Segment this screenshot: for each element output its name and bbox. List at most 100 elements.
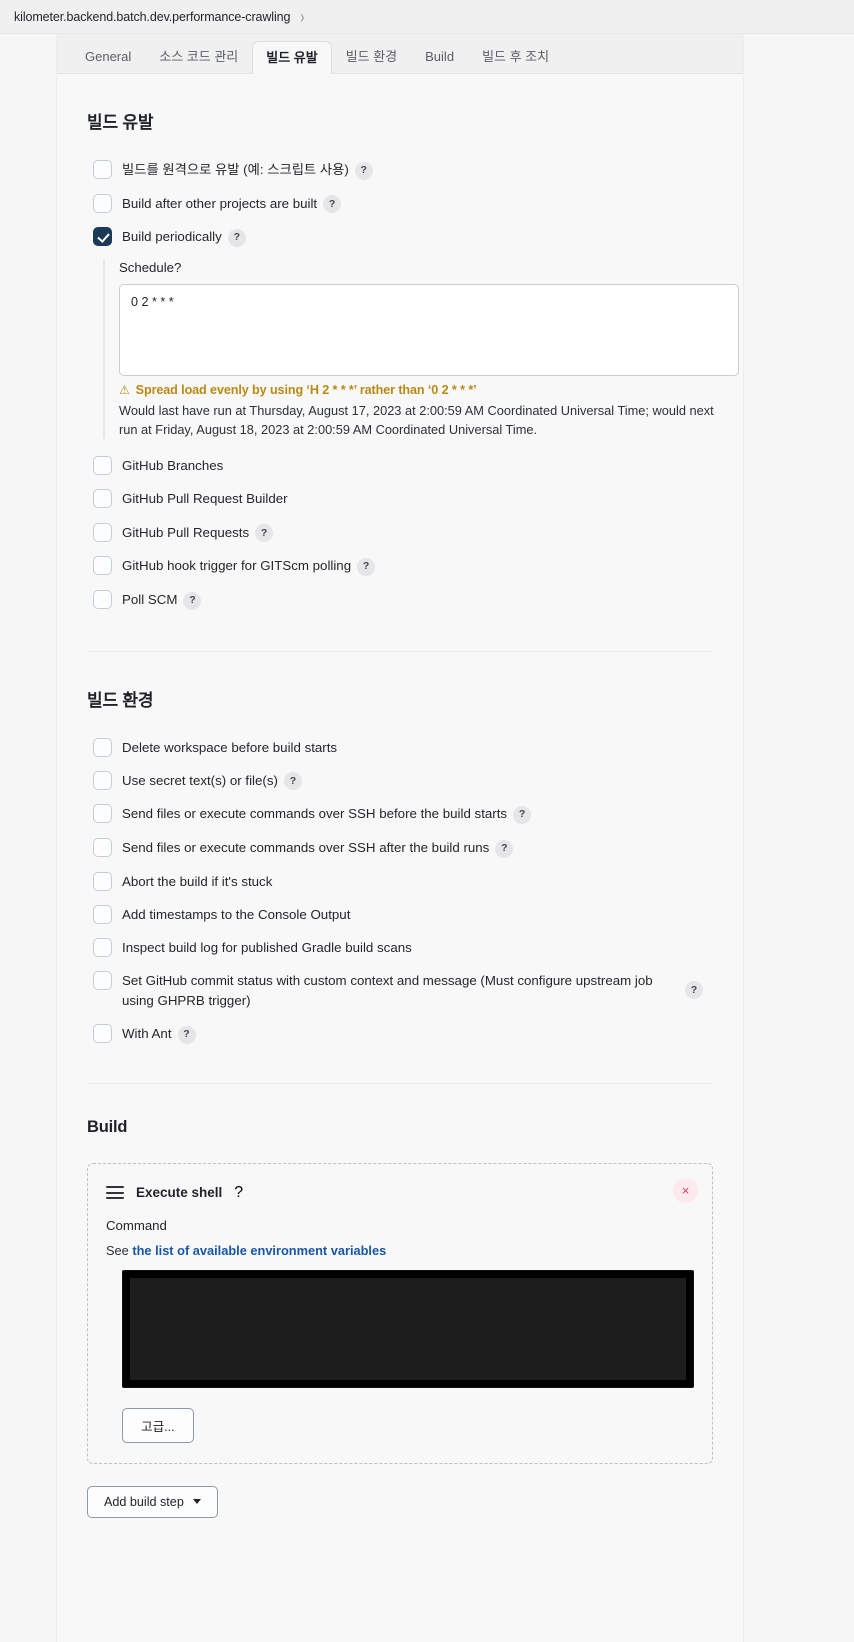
checkbox-row-build-after-other-projects[interactable]: Build after other projects are built?: [87, 193, 713, 214]
environment-variables-line: See the list of available environment va…: [106, 1243, 696, 1258]
drag-handle-icon[interactable]: [106, 1186, 124, 1200]
tab-post-build-actions[interactable]: 빌드 후 조치: [468, 40, 563, 73]
label-inspect-gradle-build-scans: Inspect build log for published Gradle b…: [122, 940, 412, 956]
label-add-timestamps: Add timestamps to the Console Output: [122, 906, 351, 922]
config-tabs: General 소스 코드 관리 빌드 유발 빌드 환경 Build 빌드 후 …: [57, 34, 743, 74]
checkbox-row-add-timestamps[interactable]: Add timestamps to the Console Output: [87, 904, 713, 924]
tab-general[interactable]: General: [71, 40, 145, 73]
help-icon[interactable]: ?: [513, 806, 532, 825]
add-build-step-wrap: Add build step: [87, 1485, 713, 1518]
tab-source-code-management[interactable]: 소스 코드 관리: [145, 40, 252, 73]
checkbox-row-delete-workspace[interactable]: Delete workspace before build starts: [87, 737, 713, 757]
tab-build-triggers[interactable]: 빌드 유발: [252, 41, 332, 74]
label-set-github-commit-status: Set GitHub commit status with custom con…: [122, 973, 653, 1008]
checkbox-build-after-other-projects[interactable]: [93, 193, 112, 213]
label-abort-if-stuck: Abort the build if it's stuck: [122, 873, 273, 889]
help-icon[interactable]: ?: [354, 161, 373, 180]
checkbox-poll-scm[interactable]: [93, 589, 112, 609]
checkbox-add-timestamps[interactable]: [93, 904, 112, 924]
warning-icon: ⚠: [119, 382, 130, 397]
checkbox-delete-workspace[interactable]: [93, 737, 112, 757]
checkbox-row-github-pull-request-builder[interactable]: GitHub Pull Request Builder: [87, 488, 713, 509]
close-icon[interactable]: ×: [673, 1177, 698, 1203]
tab-build[interactable]: Build: [411, 40, 468, 73]
help-icon[interactable]: ?: [357, 557, 376, 576]
checkbox-row-use-secret-text[interactable]: Use secret text(s) or file(s)?: [87, 770, 713, 791]
schedule-input[interactable]: [119, 283, 739, 376]
breadcrumb: kilometer.backend.batch.dev.performance-…: [0, 0, 854, 34]
checkbox-build-periodically[interactable]: [93, 227, 112, 247]
checkbox-row-github-hook-trigger[interactable]: GitHub hook trigger for GITScm polling?: [87, 555, 713, 576]
env-prefix-text: See: [106, 1242, 133, 1258]
label-github-hook-trigger: GitHub hook trigger for GITScm polling: [122, 558, 352, 574]
schedule-warning-text: Spread load evenly by using ‘H 2 * * *’ …: [135, 382, 477, 397]
build-step-title: Execute shell: [136, 1185, 223, 1201]
checkbox-row-abort-if-stuck[interactable]: Abort the build if it's stuck: [87, 871, 713, 891]
checkbox-row-ssh-after-build[interactable]: Send files or execute commands over SSH …: [87, 837, 713, 858]
checkbox-row-build-periodically[interactable]: Build periodically?: [87, 226, 713, 247]
label-ssh-after-build: Send files or execute commands over SSH …: [122, 840, 490, 856]
label-github-branches: GitHub Branches: [122, 458, 224, 474]
checkbox-row-poll-scm[interactable]: Poll SCM?: [87, 589, 713, 610]
chevron-right-icon: ›: [300, 6, 305, 27]
add-build-step-label: Add build step: [104, 1494, 184, 1509]
tab-build-environment[interactable]: 빌드 환경: [332, 40, 411, 73]
checkbox-row-set-github-commit-status[interactable]: Set GitHub commit status with custom con…: [87, 970, 713, 1010]
label-github-pull-requests: GitHub Pull Requests: [122, 524, 250, 540]
checkbox-use-secret-text[interactable]: [93, 770, 112, 790]
checkbox-github-pull-requests[interactable]: [93, 522, 112, 542]
advanced-button[interactable]: 고급...: [122, 1407, 194, 1443]
help-icon[interactable]: ?: [174, 260, 181, 275]
help-icon[interactable]: ?: [255, 524, 274, 543]
checkbox-with-ant[interactable]: [93, 1023, 112, 1043]
checkbox-row-inspect-gradle-build-scans[interactable]: Inspect build log for published Gradle b…: [87, 937, 713, 958]
schedule-block: Schedule? ⚠ Spread load evenly by using …: [103, 259, 739, 440]
label-trigger-remotely: 빌드를 원격으로 유발 (예: 스크립트 사용): [122, 162, 349, 177]
checkbox-github-branches[interactable]: [93, 456, 112, 476]
label-build-after-other-projects: Build after other projects are built: [122, 195, 318, 211]
section-title-build: Build: [87, 1117, 128, 1136]
checkbox-github-hook-trigger[interactable]: [93, 556, 112, 576]
help-icon[interactable]: ?: [177, 1025, 196, 1044]
command-editor-content[interactable]: [130, 1277, 686, 1380]
add-build-step-button[interactable]: Add build step: [87, 1485, 218, 1518]
environment-variables-link[interactable]: the list of available environment variab…: [132, 1243, 386, 1258]
checkbox-ssh-before-build[interactable]: [93, 804, 112, 824]
checkbox-ssh-after-build[interactable]: [93, 838, 112, 858]
schedule-label: Schedule: [119, 259, 174, 275]
help-icon[interactable]: ?: [685, 981, 703, 1000]
divider: [87, 650, 713, 652]
section-title-build-triggers: 빌드 유발: [87, 113, 154, 132]
checkbox-row-ssh-before-build[interactable]: Send files or execute commands over SSH …: [87, 803, 713, 825]
checkbox-row-trigger-remotely[interactable]: 빌드를 원격으로 유발 (예: 스크립트 사용)?: [87, 159, 713, 180]
checkbox-github-pull-request-builder[interactable]: [93, 489, 112, 509]
checkbox-row-github-pull-requests[interactable]: GitHub Pull Requests?: [87, 522, 713, 543]
build-step-card: × Execute shell ? Command See the list o…: [87, 1162, 713, 1464]
checkbox-set-github-commit-status[interactable]: [93, 971, 112, 991]
breadcrumb-job-name[interactable]: kilometer.backend.batch.dev.performance-…: [14, 10, 290, 24]
label-use-secret-text: Use secret text(s) or file(s): [122, 772, 278, 788]
help-icon[interactable]: ?: [183, 591, 202, 610]
label-github-pull-request-builder: GitHub Pull Request Builder: [122, 491, 288, 507]
help-icon[interactable]: ?: [234, 1184, 243, 1202]
help-icon[interactable]: ?: [283, 772, 302, 791]
checkbox-trigger-remotely[interactable]: [93, 160, 112, 179]
config-panel: General 소스 코드 관리 빌드 유발 빌드 환경 Build 빌드 후 …: [56, 34, 744, 1642]
command-label: Command: [106, 1217, 167, 1233]
build-step-header: Execute shell ?: [104, 1180, 696, 1212]
checkbox-abort-if-stuck[interactable]: [93, 871, 112, 891]
label-build-periodically: Build periodically: [122, 229, 222, 245]
schedule-next-run-info: Would last have run at Thursday, August …: [119, 402, 714, 438]
schedule-label-row: Schedule?: [119, 260, 713, 275]
section-title-build-environment: 빌드 환경: [87, 690, 154, 710]
checkbox-row-github-branches[interactable]: GitHub Branches: [87, 455, 713, 476]
help-icon[interactable]: ?: [495, 839, 514, 858]
checkbox-row-with-ant[interactable]: With Ant?: [87, 1023, 713, 1044]
label-poll-scm: Poll SCM: [122, 591, 178, 607]
command-editor[interactable]: [122, 1269, 694, 1388]
help-icon[interactable]: ?: [227, 228, 246, 247]
chevron-down-icon: [192, 1499, 201, 1505]
label-delete-workspace: Delete workspace before build starts: [122, 739, 338, 755]
help-icon[interactable]: ?: [323, 195, 342, 214]
checkbox-inspect-gradle-build-scans[interactable]: [93, 938, 112, 958]
